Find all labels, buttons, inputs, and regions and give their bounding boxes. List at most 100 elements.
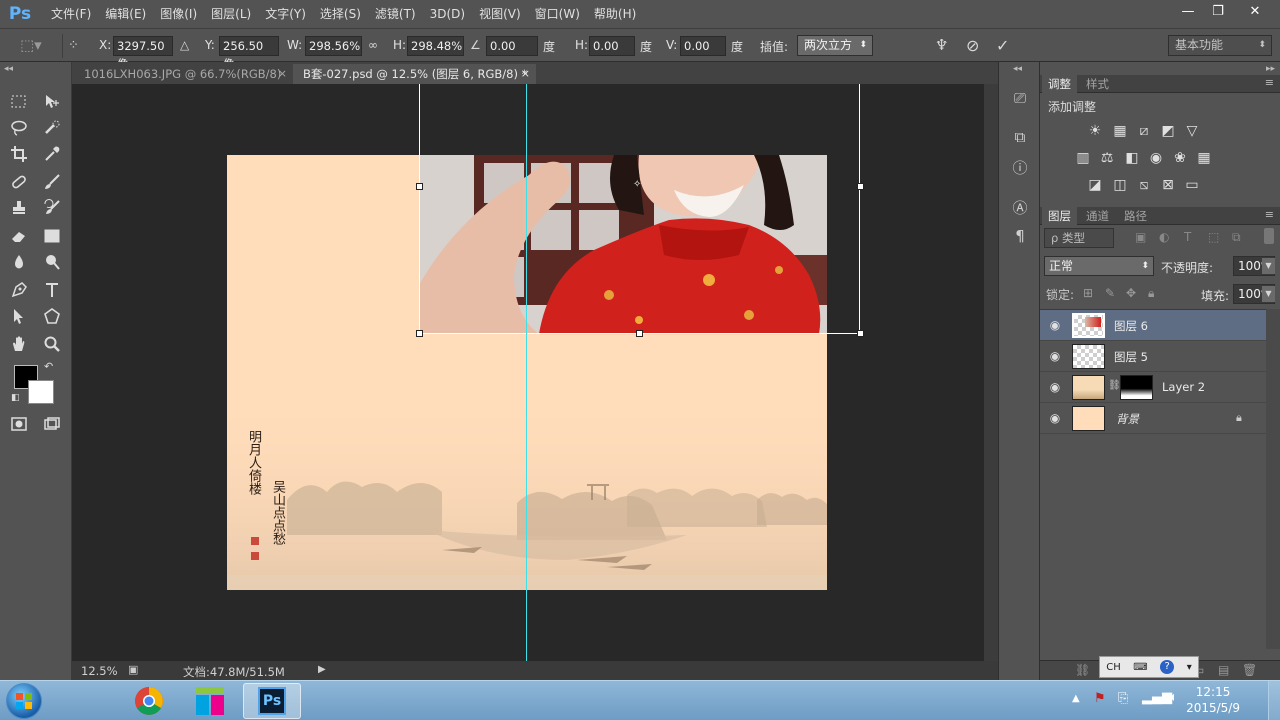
background-color-swatch[interactable]	[28, 380, 54, 404]
free-transform-bounding-box[interactable]	[416, 84, 864, 337]
curves-icon[interactable]: ⧄	[1135, 122, 1153, 140]
minimize-button[interactable]: —	[1172, 0, 1204, 22]
y-field[interactable]: 256.50 像	[219, 36, 279, 71]
menu-file[interactable]: 文件(F)	[44, 0, 98, 28]
exposure-icon[interactable]: ◩	[1159, 122, 1177, 140]
threshold-icon[interactable]: ⧅	[1135, 176, 1153, 194]
crop-tool-icon[interactable]	[6, 142, 32, 166]
gradient-tool-icon[interactable]	[39, 224, 65, 248]
commit-transform-icon[interactable]: ✓	[996, 37, 1009, 54]
filter-pixel-icon[interactable]: ▣	[1135, 230, 1146, 244]
3d-panel-icon[interactable]: ⧉	[1009, 126, 1031, 148]
dodge-tool-icon[interactable]	[39, 250, 65, 274]
panel-menu-icon[interactable]: ≡	[1265, 208, 1274, 221]
tab-adjustments[interactable]: 调整	[1042, 75, 1077, 93]
collapse-panel-icon[interactable]: ◂◂	[4, 64, 13, 74]
network-icon[interactable]: ▂▄▆	[1142, 690, 1172, 705]
device-icon[interactable]: ⎘	[1118, 691, 1128, 706]
swap-colors-icon[interactable]: ↶	[44, 360, 53, 373]
layer-row-layer-2[interactable]: ◉ ⛓ Layer 2	[1040, 372, 1266, 403]
menu-3d[interactable]: 3D(D)	[423, 0, 472, 28]
x-field[interactable]: 3297.50 像	[113, 36, 173, 71]
expand-panels-icon[interactable]: ◂◂	[1013, 64, 1022, 74]
collapse-panel-icon[interactable]: ▸▸	[1266, 64, 1275, 74]
zoom-level[interactable]: 12.5%	[81, 664, 118, 678]
marquee-tool-icon[interactable]	[6, 90, 32, 114]
hand-tool-icon[interactable]	[6, 332, 32, 356]
selective-color-icon[interactable]: ⊠	[1159, 176, 1177, 194]
cancel-transform-icon[interactable]: ⊘	[966, 37, 979, 54]
rotate-field[interactable]: 0.00	[486, 36, 538, 56]
eyedropper-tool-icon[interactable]	[39, 142, 65, 166]
workspace-select[interactable]: 基本功能 ⬍	[1168, 35, 1272, 56]
default-colors-icon[interactable]: ◧	[11, 393, 20, 403]
menu-select[interactable]: 选择(S)	[313, 0, 368, 28]
status-info-icon[interactable]: ▣	[128, 663, 138, 676]
tab-1016lxh063[interactable]: 1016LXH063.JPG @ 66.7%(RGB/8) ×	[74, 64, 293, 84]
layer-row-layer-5[interactable]: ◉ 图层 5	[1040, 341, 1266, 372]
flag-icon[interactable]: ⚑	[1094, 691, 1106, 706]
tab-styles[interactable]: 样式	[1080, 75, 1115, 93]
levels-icon[interactable]: ▦	[1111, 122, 1129, 140]
quick-mask-icon[interactable]	[6, 412, 32, 436]
menu-view[interactable]: 视图(V)	[472, 0, 528, 28]
menu-image[interactable]: 图像(I)	[153, 0, 204, 28]
panel-menu-icon[interactable]: ≡	[1265, 76, 1274, 89]
width-field[interactable]: 298.56%	[305, 36, 362, 56]
tab-paths[interactable]: 路径	[1118, 207, 1153, 225]
pen-tool-icon[interactable]	[6, 278, 32, 302]
help-icon[interactable]: ?	[1160, 660, 1175, 674]
channel-mixer-icon[interactable]: ❀	[1171, 149, 1189, 167]
info-panel-icon[interactable]: ⓘ	[1009, 156, 1031, 178]
keyboard-icon[interactable]: ⌨	[1133, 662, 1147, 673]
filter-smart-object-icon[interactable]: ⧉	[1232, 230, 1241, 245]
menu-layer[interactable]: 图层(L)	[204, 0, 258, 28]
close-tab-icon[interactable]: ×	[278, 64, 287, 84]
start-button[interactable]	[6, 683, 42, 719]
blend-mode-select[interactable]: 正常 ⬍	[1044, 256, 1154, 276]
opacity-dropdown-icon[interactable]: ▼	[1262, 258, 1275, 274]
eye-icon[interactable]: ◉	[1048, 318, 1062, 332]
clone-stamp-tool-icon[interactable]	[6, 196, 32, 220]
warp-mode-icon[interactable]: ♆	[935, 37, 948, 54]
transform-handle[interactable]	[416, 183, 423, 190]
lock-all-icon[interactable]: 🔒︎	[1148, 286, 1154, 301]
eye-icon[interactable]: ◉	[1048, 411, 1062, 425]
path-selection-tool-icon[interactable]	[6, 304, 32, 328]
transform-handle[interactable]	[416, 330, 423, 337]
quick-selection-tool-icon[interactable]	[39, 116, 65, 140]
tab-channels[interactable]: 通道	[1080, 207, 1115, 225]
menu-window[interactable]: 窗口(W)	[528, 0, 587, 28]
filter-type-icon[interactable]: T	[1184, 230, 1191, 244]
clock[interactable]: 12:15 2015/5/9	[1186, 684, 1240, 716]
photo-filter-icon[interactable]: ◉	[1147, 149, 1165, 167]
color-balance-icon[interactable]: ⚖	[1098, 149, 1116, 167]
invert-icon[interactable]: ◪	[1086, 176, 1104, 194]
lock-transparent-icon[interactable]: ⊞	[1083, 286, 1093, 300]
tab-b-027-psd[interactable]: B套-027.psd @ 12.5% (图层 6, RGB/8) * ×	[293, 64, 536, 84]
lock-image-icon[interactable]: ✎	[1105, 286, 1115, 300]
eye-icon[interactable]: ◉	[1048, 380, 1062, 394]
layer-filter-select[interactable]: ρ 类型	[1044, 228, 1114, 248]
brightness-contrast-icon[interactable]: ☀	[1086, 122, 1104, 140]
healing-brush-tool-icon[interactable]	[6, 170, 32, 194]
gradient-map-icon[interactable]: ▭	[1183, 176, 1201, 194]
tab-layers[interactable]: 图层	[1042, 207, 1077, 225]
type-tool-icon[interactable]	[39, 278, 65, 302]
layer-mask-thumbnail[interactable]	[1120, 375, 1153, 400]
restore-button[interactable]: ❐	[1202, 0, 1234, 22]
link-layers-icon[interactable]: ⛓	[1075, 663, 1090, 677]
guide-line[interactable]	[526, 84, 527, 661]
ime-language[interactable]: CH	[1106, 662, 1121, 673]
vibrance-icon[interactable]: ▽	[1183, 122, 1201, 140]
taskbar-photoshop[interactable]: Ps	[243, 683, 301, 719]
move-tool-icon[interactable]	[39, 90, 65, 114]
screen-mode-icon[interactable]	[39, 412, 65, 436]
zoom-tool-icon[interactable]	[39, 332, 65, 356]
paragraph-panel-icon[interactable]: ¶	[1009, 225, 1031, 247]
blur-tool-icon[interactable]	[6, 250, 32, 274]
history-brush-tool-icon[interactable]	[39, 196, 65, 220]
transform-center-icon[interactable]: ✧	[633, 179, 641, 190]
character-panel-icon[interactable]: Ⓐ	[1009, 196, 1031, 218]
menu-edit[interactable]: 编辑(E)	[98, 0, 153, 28]
